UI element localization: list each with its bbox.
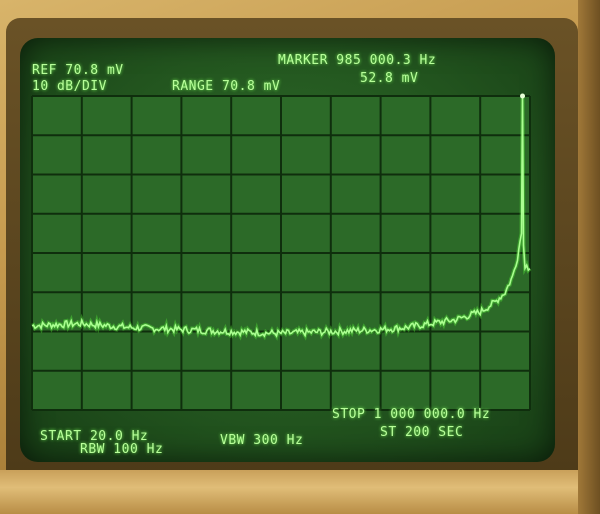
vbw-readout: VBW 300 Hz [220,433,304,448]
marker-dot [520,93,526,99]
range-readout: RANGE 70.8 mV [172,79,281,94]
scale-readout: 10 dB/DIV [32,79,107,94]
marker-amplitude-readout: 52.8 mV [360,71,419,86]
spectrum-plot [31,93,532,411]
crt-screen: REF 70.8 mV 10 dB/DIV RANGE 70.8 mV MARK… [20,38,555,462]
stop-frequency-readout: STOP 1 000 000.0 Hz [332,407,491,422]
rbw-readout: RBW 100 Hz [80,442,164,457]
marker-frequency-readout: MARKER 985 000.3 Hz [278,53,437,68]
front-panel-ledge [0,470,600,514]
cabinet-edge [578,0,600,514]
ref-level-readout: REF 70.8 mV [32,63,124,78]
sweep-time-readout: ST 200 SEC [380,425,464,440]
